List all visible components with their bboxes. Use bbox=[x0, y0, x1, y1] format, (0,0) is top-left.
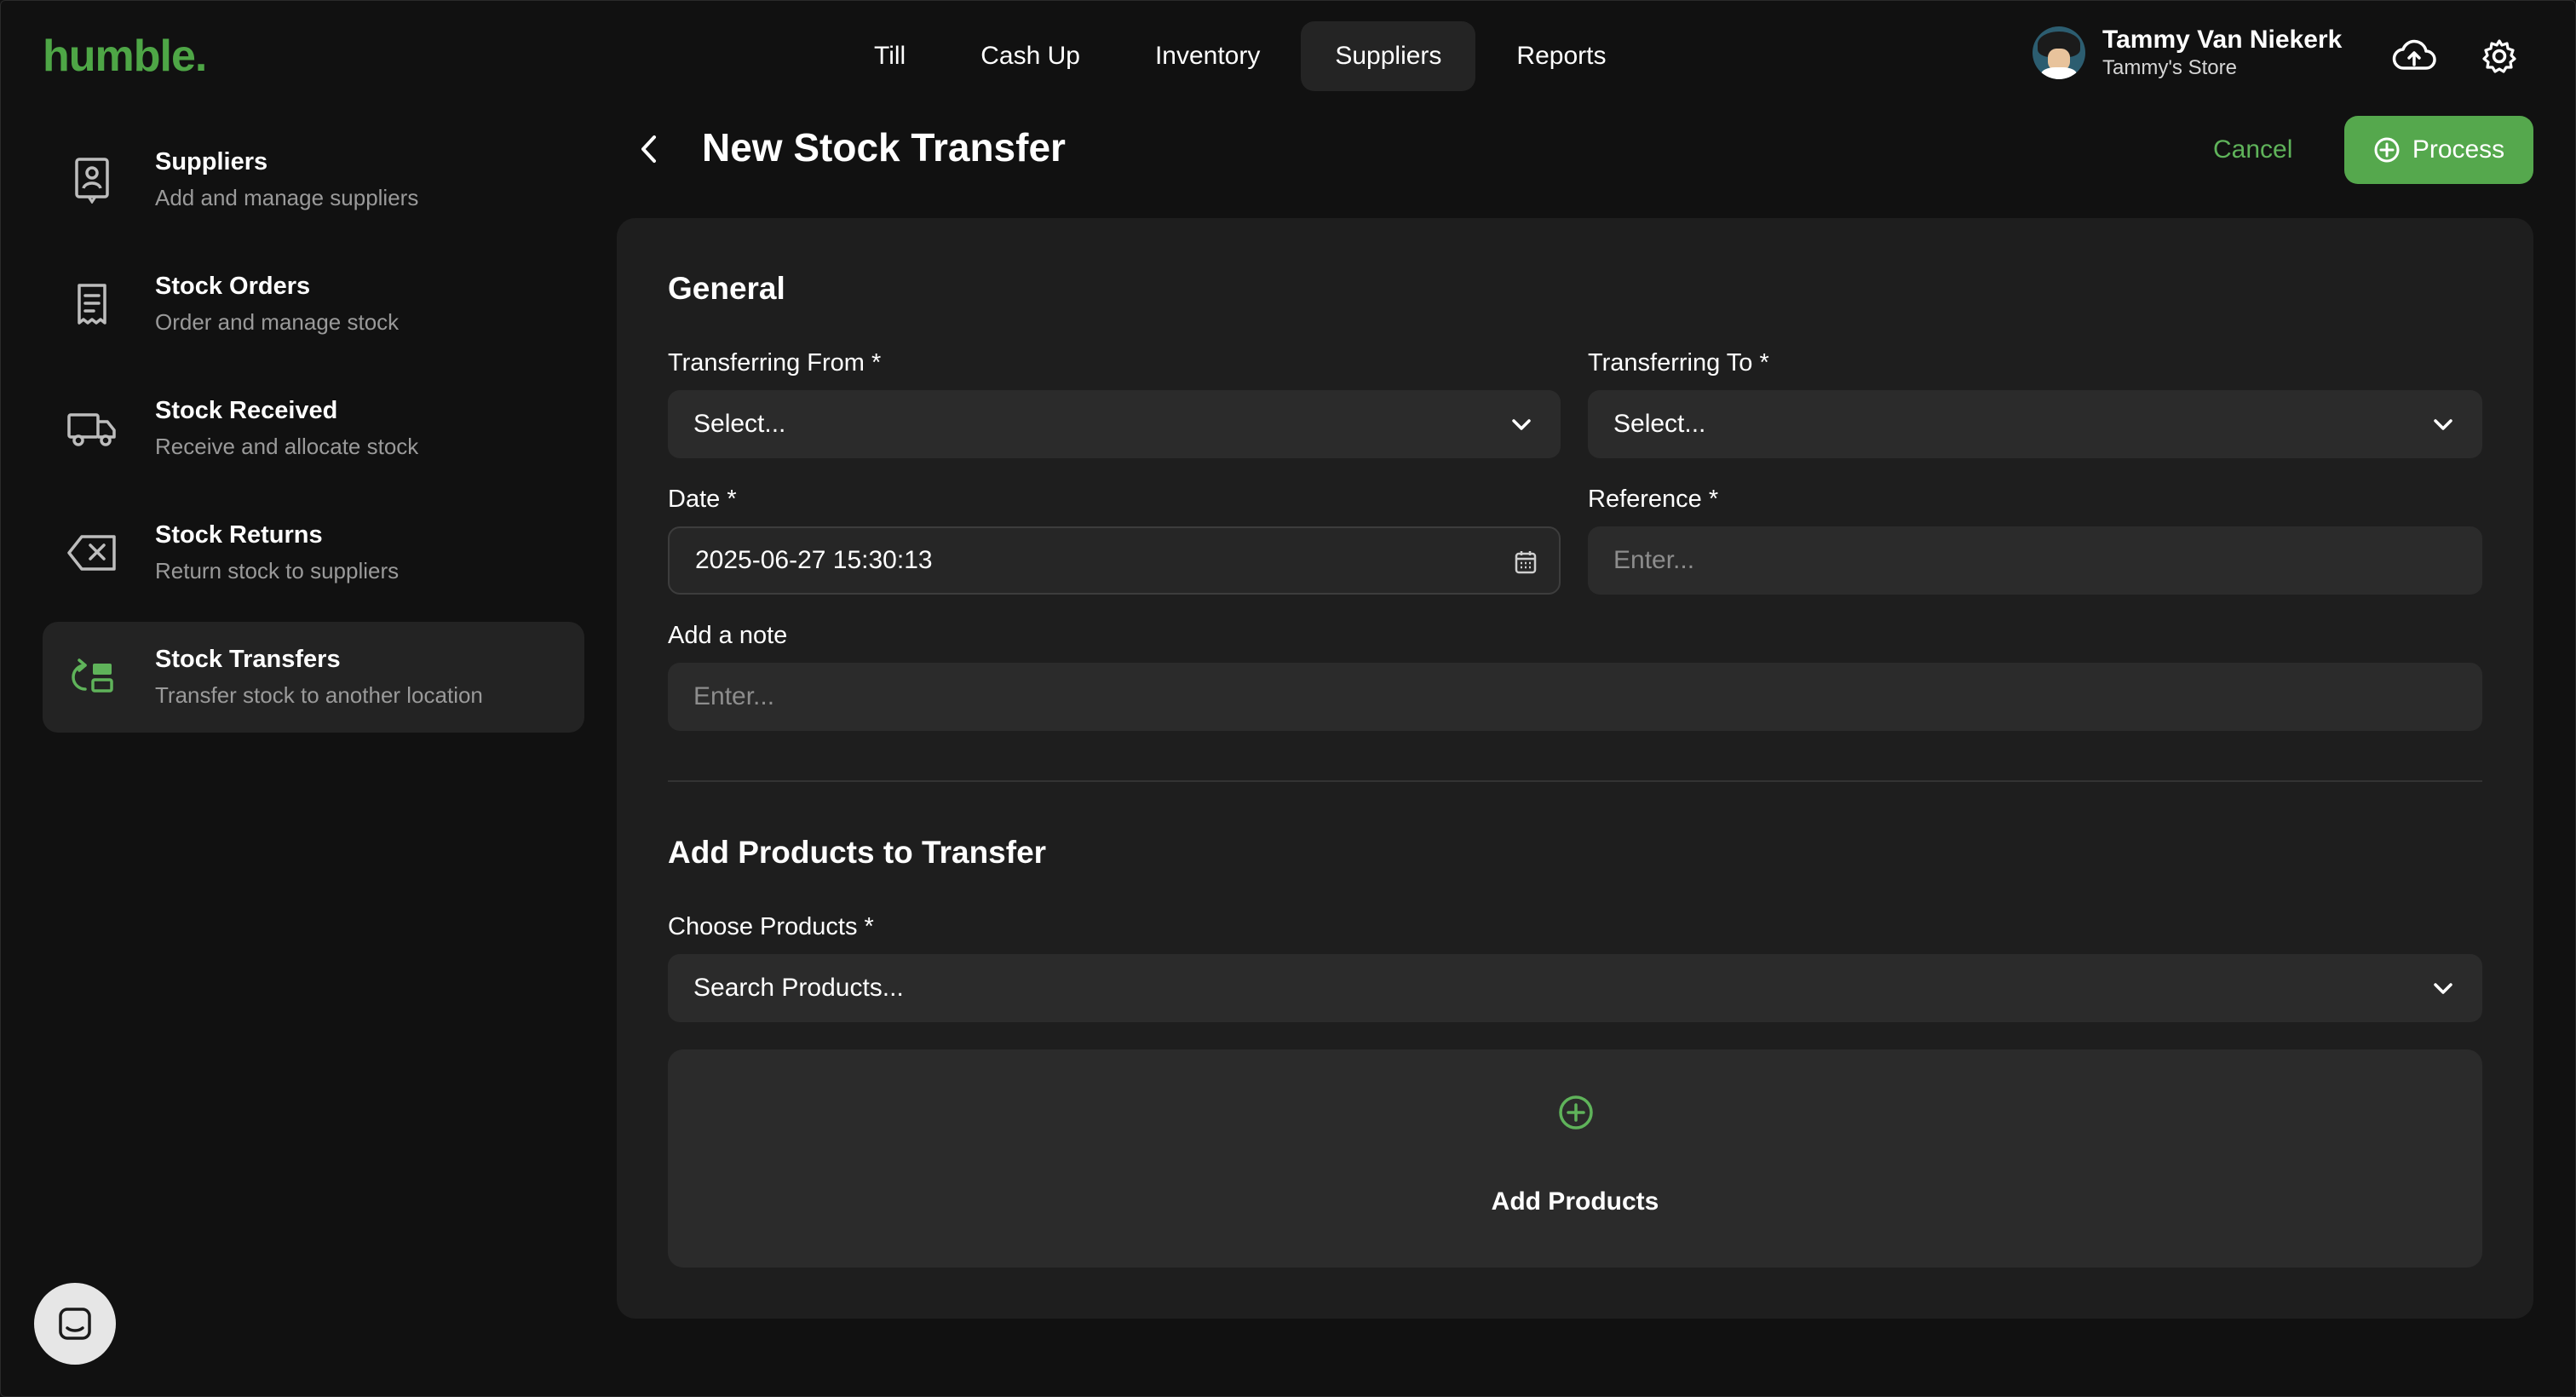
user-store: Tammy's Store bbox=[2102, 56, 2237, 79]
user-name: Tammy Van Niekerk bbox=[2102, 26, 2343, 54]
note-placeholder: Enter... bbox=[693, 682, 775, 710]
reference-label: Reference * bbox=[1588, 486, 1719, 513]
sidebar-item-stock-returns[interactable]: Stock Returns Return stock to suppliers bbox=[43, 497, 584, 608]
section-heading-add-products: Add Products to Transfer bbox=[668, 835, 1047, 870]
plus-circle-icon bbox=[1559, 1095, 1593, 1130]
transferring-from-value: Select... bbox=[693, 410, 786, 438]
transfer-icon bbox=[65, 650, 119, 704]
calendar-icon[interactable] bbox=[1513, 549, 1538, 576]
nav-tab-suppliers[interactable]: Suppliers bbox=[1301, 21, 1476, 91]
transferring-to-label: Transferring To * bbox=[1588, 349, 1769, 377]
sidebar-item-stock-transfers[interactable]: Stock Transfers Transfer stock to anothe… bbox=[43, 622, 584, 733]
add-products-label: Add Products bbox=[1491, 1187, 1659, 1216]
chevron-down-icon bbox=[2434, 419, 2452, 430]
reference-placeholder: Enter... bbox=[1613, 546, 1695, 574]
nav-tab-reports[interactable]: Reports bbox=[1482, 21, 1640, 91]
sidebar: Suppliers Add and manage suppliers Stock… bbox=[43, 124, 584, 746]
page-title: New Stock Transfer bbox=[702, 125, 1066, 170]
sidebar-item-desc: Add and manage suppliers bbox=[155, 185, 419, 210]
transferring-from-label: Transferring From * bbox=[668, 349, 882, 377]
nav-tab-cash-up[interactable]: Cash Up bbox=[946, 21, 1114, 91]
sidebar-item-title: Stock Transfers bbox=[155, 646, 341, 673]
note-label: Add a note bbox=[668, 622, 788, 649]
cancel-button[interactable]: Cancel bbox=[2191, 116, 2314, 184]
nav-tab-inventory[interactable]: Inventory bbox=[1121, 21, 1294, 91]
nav-tab-till[interactable]: Till bbox=[840, 21, 940, 91]
process-button[interactable]: Process bbox=[2344, 116, 2533, 184]
choose-products-label: Choose Products * bbox=[668, 913, 874, 940]
truck-icon bbox=[65, 401, 119, 456]
receipt-icon bbox=[65, 277, 119, 331]
date-input[interactable]: 2025-06-27 15:30:13 bbox=[668, 526, 1561, 595]
sidebar-item-stock-received[interactable]: Stock Received Receive and allocate stoc… bbox=[43, 373, 584, 484]
sidebar-item-desc: Receive and allocate stock bbox=[155, 434, 419, 459]
sidebar-item-suppliers[interactable]: Suppliers Add and manage suppliers bbox=[43, 124, 584, 235]
stock-transfer-form: General Transferring From * Select... Tr… bbox=[617, 218, 2533, 1319]
sidebar-item-stock-orders[interactable]: Stock Orders Order and manage stock bbox=[43, 249, 584, 359]
note-input[interactable]: Enter... bbox=[668, 663, 2482, 731]
top-navigation: Till Cash Up Inventory Suppliers Reports bbox=[840, 21, 1640, 91]
add-products-area[interactable]: Add Products bbox=[668, 1049, 2482, 1268]
section-divider bbox=[668, 780, 2482, 782]
chat-support-button[interactable] bbox=[34, 1283, 116, 1365]
process-button-label: Process bbox=[2412, 135, 2505, 164]
transferring-to-value: Select... bbox=[1613, 410, 1706, 438]
sidebar-item-title: Stock Received bbox=[155, 397, 338, 424]
date-label: Date * bbox=[668, 486, 737, 513]
sidebar-item-desc: Transfer stock to another location bbox=[155, 682, 483, 708]
section-heading-general: General bbox=[668, 271, 785, 306]
transferring-from-select[interactable]: Select... bbox=[668, 390, 1561, 458]
plus-circle-icon bbox=[2374, 137, 2400, 163]
transferring-to-select[interactable]: Select... bbox=[1588, 390, 2482, 458]
sidebar-item-desc: Return stock to suppliers bbox=[155, 558, 400, 584]
chat-icon bbox=[59, 1308, 91, 1340]
humble-logo[interactable]: humble. bbox=[43, 31, 207, 82]
product-search-select[interactable]: Search Products... bbox=[668, 954, 2482, 1022]
sidebar-item-title: Stock Returns bbox=[155, 521, 323, 549]
user-profile[interactable]: Tammy Van Niekerk Tammy's Store bbox=[2033, 26, 2342, 80]
reference-input[interactable]: Enter... bbox=[1588, 526, 2482, 595]
sidebar-item-title: Stock Orders bbox=[155, 273, 311, 300]
gear-icon[interactable] bbox=[2475, 32, 2523, 80]
avatar bbox=[2033, 26, 2085, 79]
date-value: 2025-06-27 15:30:13 bbox=[695, 546, 933, 574]
return-icon bbox=[65, 526, 119, 580]
chevron-down-icon bbox=[2434, 983, 2452, 994]
chevron-left-icon bbox=[641, 135, 656, 163]
sidebar-item-desc: Order and manage stock bbox=[155, 309, 400, 335]
sidebar-item-title: Suppliers bbox=[155, 148, 268, 175]
supplier-badge-icon bbox=[65, 152, 119, 207]
cloud-upload-icon[interactable] bbox=[2390, 32, 2438, 80]
product-search-placeholder: Search Products... bbox=[693, 974, 904, 1002]
chevron-down-icon bbox=[1512, 419, 1531, 430]
back-button[interactable] bbox=[632, 128, 666, 170]
